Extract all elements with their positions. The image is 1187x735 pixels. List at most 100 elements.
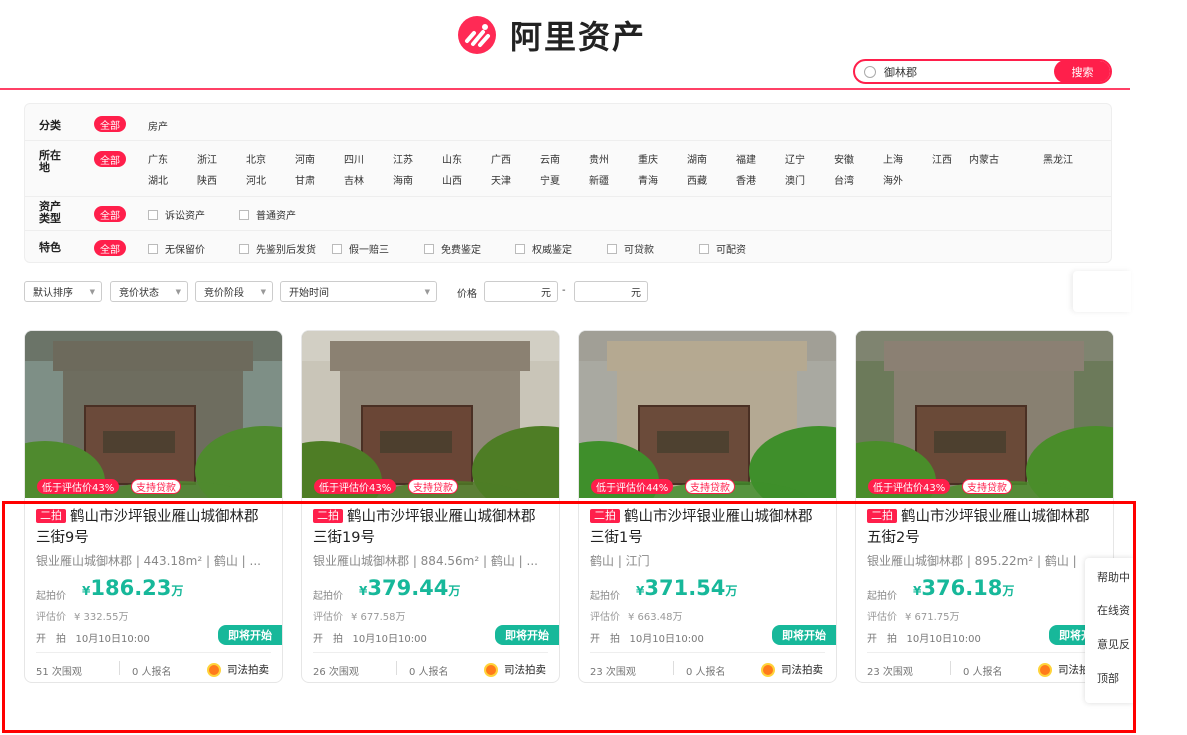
filter-option-location[interactable]: 甘肃 [295,172,315,187]
filter-option-location[interactable]: 辽宁 [785,151,805,166]
property-photo[interactable] [302,331,559,498]
filter-option-location[interactable]: 湖北 [148,172,168,187]
filter-option-location[interactable]: 天津 [491,172,511,187]
filter-option-location[interactable]: 北京 [246,151,266,166]
bid-status-select[interactable]: 竞价状态 ▼ [110,281,188,302]
property-title[interactable]: 二拍 鹤山市沙坪银业雁山城御林郡五街2号 [867,507,1103,549]
filter-option-location[interactable]: 青海 [638,172,658,187]
filter-all-category[interactable]: 全部 [94,116,126,132]
filter-all-asset-type[interactable]: 全部 [94,206,126,222]
filter-row-category: 分类 全部 房产 [25,104,1111,141]
checkbox-box[interactable] [424,243,434,254]
checkbox-box[interactable] [332,243,342,254]
checkbox-feature[interactable]: 权威鉴定 [515,241,572,256]
default-sort-select[interactable]: 默认排序 ▼ [24,281,102,302]
evaluation-price: 评估价 ¥ 332.55万 [36,612,129,623]
filter-label-location: 所在地 [39,149,61,174]
auction-card[interactable]: 低于评估价44% 支持贷款 二拍 鹤山市沙坪银业雁山城御林郡三街1号 鹤山 | 江… [578,330,837,683]
property-subtitle: 鹤山 | 江门 [590,554,650,568]
back-to-top-link[interactable]: 顶部 [1097,670,1119,686]
filter-option-location[interactable]: 海南 [393,172,413,187]
property-title[interactable]: 二拍 鹤山市沙坪银业雁山城御林郡三街19号 [313,507,549,549]
price-max-input[interactable]: 元 [574,281,648,302]
auction-card[interactable]: 低于评估价43% 支持贷款 二拍 鹤山市沙坪银业雁山城御林郡三街19号 银业雁山城… [301,330,560,683]
logo-text: 阿里资产 [510,18,647,56]
filter-option-location[interactable]: 宁夏 [540,172,560,187]
checkbox-feature[interactable]: 无保留价 [148,241,205,256]
checkbox-box[interactable] [239,243,249,254]
checkbox-normal-asset[interactable]: 普通资产 [239,207,296,222]
checkbox-box[interactable] [607,243,617,254]
filter-option-location[interactable]: 河北 [246,172,266,187]
filter-option-location[interactable]: 上海 [883,151,903,166]
view-count: 23 次围观 [590,667,636,678]
auction-card[interactable]: 低于评估价43% 支持贷款 二拍 鹤山市沙坪银业雁山城御林郡五街2号 银业雁山城御… [855,330,1114,683]
checkbox-feature[interactable]: 可配资 [699,241,746,256]
checkbox-feature[interactable]: 免费鉴定 [424,241,481,256]
help-center-link[interactable]: 帮助中 [1097,569,1130,585]
court-emblem-icon [484,662,498,677]
filter-option-location[interactable]: 江西 [932,151,952,166]
round-tag: 二拍 [313,509,343,523]
checkbox-feature[interactable]: 先鉴别后发货 [239,241,316,256]
auction-card[interactable]: 低于评估价43% 支持贷款 二拍 鹤山市沙坪银业雁山城御林郡三街9号 银业雁山城御… [24,330,283,683]
checkbox-litigation-asset[interactable]: 诉讼资产 [148,207,205,222]
online-service-link[interactable]: 在线资 [1097,602,1130,618]
filter-option-location[interactable]: 浙江 [197,151,217,166]
logo[interactable]: 阿里资产 [458,12,646,58]
filter-option-location[interactable]: 河南 [295,151,315,166]
judicial-auction-label: 司法拍卖 [761,662,823,677]
filter-option[interactable]: 房产 [148,118,168,133]
filter-option-location[interactable]: 黑龙江 [1043,151,1073,166]
filter-option-location[interactable]: 山东 [442,151,462,166]
checkbox-feature[interactable]: 假一赔三 [332,241,389,256]
checkbox-feature[interactable]: 可贷款 [607,241,654,256]
filter-option-location[interactable]: 吉林 [344,172,364,187]
judicial-auction-label: 司法拍卖 [207,662,269,677]
filter-option-location[interactable]: 台湾 [834,172,854,187]
checkbox-box[interactable] [515,243,525,254]
checkbox-box[interactable] [148,209,158,220]
search-input[interactable] [884,65,1044,78]
property-title[interactable]: 二拍 鹤山市沙坪银业雁山城御林郡三街1号 [590,507,826,549]
filter-option-location[interactable]: 贵州 [589,151,609,166]
filter-option-location[interactable]: 广西 [491,151,511,166]
filter-all-feature[interactable]: 全部 [94,240,126,256]
filter-all-location[interactable]: 全部 [94,151,126,167]
filter-option-location[interactable]: 山西 [442,172,462,187]
property-title[interactable]: 二拍 鹤山市沙坪银业雁山城御林郡三街9号 [36,507,272,549]
filter-option-location[interactable]: 安徽 [834,151,854,166]
property-photo[interactable] [579,331,836,498]
filter-option-location[interactable]: 新疆 [589,172,609,187]
feedback-link[interactable]: 意见反 [1097,636,1130,652]
filter-option-location[interactable]: 香港 [736,172,756,187]
filter-option-location[interactable]: 福建 [736,151,756,166]
checkbox-box[interactable] [239,209,249,220]
property-photo[interactable] [856,331,1113,498]
stat-separator [673,661,674,675]
filter-option-location[interactable]: 四川 [344,151,364,166]
court-emblem-icon [207,662,221,677]
coming-soon-badge: 即将开始 [495,625,559,645]
filter-option-location[interactable]: 重庆 [638,151,658,166]
filter-option-location[interactable]: 内蒙古 [969,151,999,166]
search-button[interactable]: 搜索 [1054,61,1110,82]
filter-option-location[interactable]: 澳门 [785,172,805,187]
bid-stage-select[interactable]: 竞价阶段 ▼ [195,281,273,302]
filter-option-location[interactable]: 陕西 [197,172,217,187]
filter-option-location[interactable]: 广东 [148,151,168,166]
filter-option-location[interactable]: 西藏 [687,172,707,187]
filter-panel: 分类 全部 房产 所在地 全部 广东 浙江 北京 河南 四川 江苏 山东 广西 云南 贵州 重庆 湖南… [24,103,1112,263]
price-min-input[interactable]: 元 [484,281,558,302]
filter-option-location[interactable]: 海外 [883,172,903,187]
filter-row-asset-type: 资产类型 全部 诉讼资产 普通资产 [25,197,1111,231]
card-divider [313,652,548,653]
property-photo[interactable] [25,331,282,498]
filter-option-location[interactable]: 江苏 [393,151,413,166]
start-time-select[interactable]: 开始时间 ▼ [280,281,437,302]
stat-separator [950,661,951,675]
checkbox-box[interactable] [699,243,709,254]
filter-option-location[interactable]: 湖南 [687,151,707,166]
filter-option-location[interactable]: 云南 [540,151,560,166]
checkbox-box[interactable] [148,243,158,254]
